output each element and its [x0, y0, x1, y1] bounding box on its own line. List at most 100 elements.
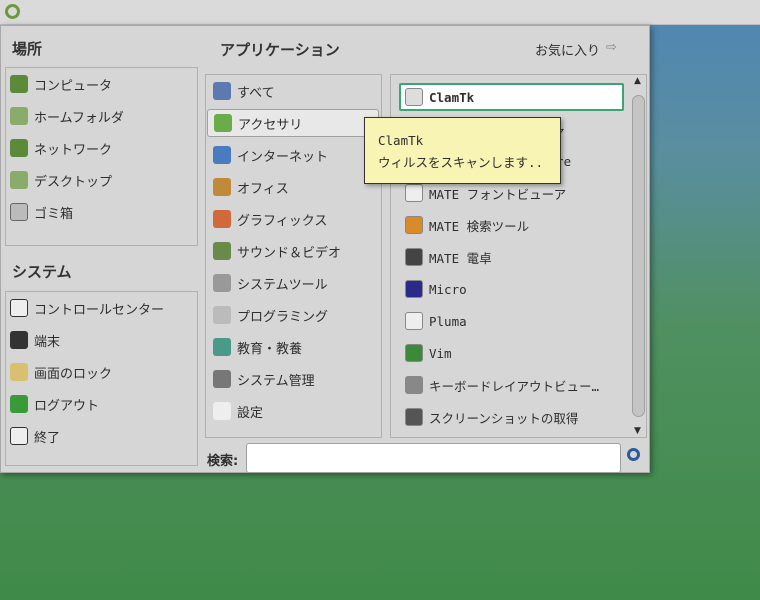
category-icon	[213, 242, 231, 260]
app-icon	[405, 248, 423, 266]
label: 端末	[34, 334, 61, 350]
computer-icon	[10, 75, 28, 93]
category-icon	[213, 306, 231, 324]
label: Vim	[429, 345, 452, 361]
category-icon	[213, 210, 231, 228]
app-item[interactable]: MATE 電卓	[405, 245, 492, 269]
terminal-icon	[10, 331, 28, 349]
label: ネットワーク	[34, 142, 113, 158]
app-item[interactable]: Micro	[405, 277, 467, 301]
mate-menu-logo-icon[interactable]	[5, 4, 20, 19]
label: ClamTk	[429, 89, 475, 105]
app-icon	[405, 88, 423, 106]
system-logout[interactable]: ログアウト	[10, 390, 99, 418]
arrow-right-icon: ⇨	[606, 40, 617, 55]
label: システム管理	[237, 373, 315, 389]
app-icon	[405, 312, 423, 330]
category-item[interactable]: アクセサリ	[207, 109, 379, 137]
system-terminal[interactable]: 端末	[10, 326, 60, 354]
category-item[interactable]: 教育・教養	[207, 333, 302, 361]
category-item[interactable]: サウンド＆ビデオ	[207, 237, 341, 265]
category-icon	[213, 274, 231, 292]
category-item[interactable]: すべて	[207, 77, 275, 105]
tooltip-title: ClamTk	[378, 133, 424, 148]
label: コントロールセンター	[34, 302, 165, 318]
place-computer[interactable]: コンピュータ	[10, 70, 112, 98]
search-label: 検索:	[207, 454, 239, 469]
label: コンピュータ	[34, 78, 113, 94]
app-item[interactable]: スクリーンショットの取得	[405, 405, 578, 429]
category-item[interactable]: インターネット	[207, 141, 328, 169]
system-shutdown[interactable]: 終了	[10, 422, 60, 450]
app-icon	[405, 376, 423, 394]
place-desktop[interactable]: デスクトップ	[10, 166, 112, 194]
label: 教育・教養	[237, 341, 303, 357]
category-icon	[214, 114, 232, 132]
label: すべて	[237, 85, 275, 101]
system-lock-screen[interactable]: 画面のロック	[10, 358, 112, 386]
label: 画面のロック	[34, 366, 113, 382]
category-icon	[213, 146, 231, 164]
search-input[interactable]	[246, 443, 621, 473]
tooltip: ClamTk ウィルスをスキャンします..	[364, 117, 561, 184]
label: グラフィックス	[237, 213, 328, 229]
place-trash[interactable]: ゴミ箱	[10, 198, 73, 226]
category-icon	[213, 82, 231, 100]
place-home[interactable]: ホームフォルダ	[10, 102, 124, 130]
label: MATE 電卓	[429, 250, 492, 266]
top-panel	[0, 0, 760, 25]
system-control-center[interactable]: コントロールセンター	[10, 294, 164, 322]
shutdown-icon	[10, 427, 28, 445]
label: ログアウト	[34, 398, 100, 414]
label: プログラミング	[237, 309, 329, 325]
scroll-down-icon[interactable]: ▼	[634, 426, 641, 436]
system-heading: システム	[12, 263, 72, 281]
places-list: コンピュータ ホームフォルダ ネットワーク デスクトップ ゴミ箱	[5, 67, 198, 246]
app-icon	[405, 280, 423, 298]
category-item[interactable]: 設定	[207, 397, 263, 425]
home-folder-icon	[10, 107, 28, 125]
application-menu: 場所 コンピュータ ホームフォルダ ネットワーク デスクトップ ゴミ箱 システム…	[0, 25, 650, 473]
scrollbar[interactable]: ▲ ▼	[631, 76, 645, 436]
label: ゴミ箱	[34, 206, 74, 222]
label: ホームフォルダ	[34, 110, 124, 126]
label: サウンド＆ビデオ	[237, 245, 342, 261]
trash-icon	[10, 203, 28, 221]
label: お気に入り	[535, 44, 601, 59]
category-item[interactable]: オフィス	[207, 173, 289, 201]
label: アクセサリ	[238, 117, 303, 133]
scroll-up-icon[interactable]: ▲	[634, 76, 641, 86]
label: デスクトップ	[34, 174, 113, 190]
label: インターネット	[237, 149, 329, 165]
category-item[interactable]: システムツール	[207, 269, 328, 297]
category-icon	[213, 178, 231, 196]
category-item[interactable]: グラフィックス	[207, 205, 327, 233]
scrollbar-thumb[interactable]	[632, 95, 645, 417]
system-list: コントロールセンター 端末 画面のロック ログアウト 終了	[5, 291, 198, 466]
category-icon	[213, 402, 231, 420]
label: キーボードレイアウトビュー…	[429, 378, 600, 394]
search-icon[interactable]	[627, 448, 640, 461]
favorites-button[interactable]: お気に入り ⇨	[535, 40, 617, 59]
category-icon	[213, 338, 231, 356]
label: システムツール	[237, 277, 328, 293]
app-item[interactable]: MATE フォントビューア	[405, 181, 566, 205]
places-heading: 場所	[12, 40, 43, 58]
network-icon	[10, 139, 28, 157]
app-item[interactable]: Pluma	[405, 309, 467, 333]
place-network[interactable]: ネットワーク	[10, 134, 112, 162]
category-item[interactable]: プログラミング	[207, 301, 328, 329]
category-item[interactable]: システム管理	[207, 365, 315, 393]
control-center-icon	[10, 299, 28, 317]
app-item[interactable]: Vim	[405, 341, 452, 365]
label: MATE 検索ツール	[429, 218, 530, 234]
label: 設定	[237, 405, 264, 421]
app-item[interactable]: キーボードレイアウトビュー…	[405, 373, 599, 397]
category-icon	[213, 370, 231, 388]
label: スクリーンショットの取得	[429, 410, 579, 426]
app-icon	[405, 408, 423, 426]
category-list: すべてアクセサリインターネット オフィスグラフィックス サウンド＆ビデオ システムツー…	[205, 74, 382, 438]
label: オフィス	[237, 181, 289, 197]
app-item[interactable]: ClamTk	[405, 85, 474, 109]
app-item[interactable]: MATE 検索ツール	[405, 213, 529, 237]
